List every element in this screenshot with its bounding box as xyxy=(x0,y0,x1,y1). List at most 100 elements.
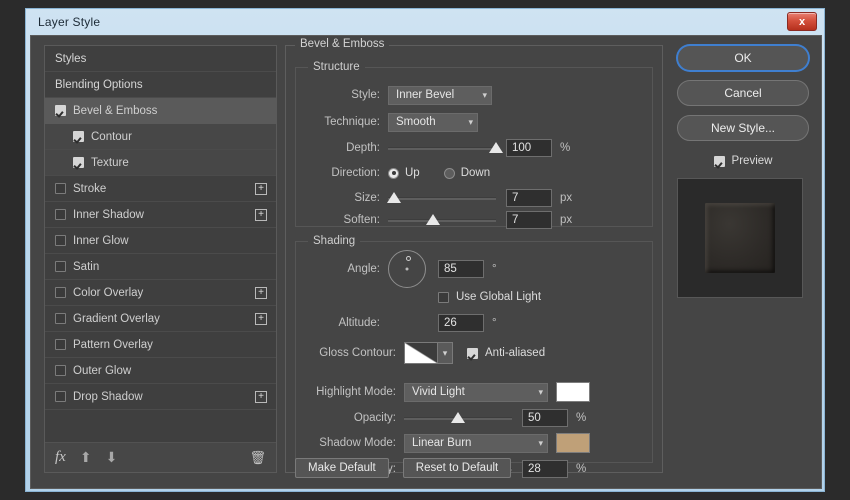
cancel-button[interactable]: Cancel xyxy=(677,80,809,106)
altitude-unit: ° xyxy=(492,317,497,329)
sidebar-item-label: Contour xyxy=(91,131,132,143)
checkbox-contour[interactable] xyxy=(73,131,84,142)
preview-shape xyxy=(705,203,775,273)
altitude-input[interactable]: 26 xyxy=(438,314,484,332)
direction-up-radio[interactable]: Up xyxy=(388,167,420,179)
highlight-color-swatch[interactable] xyxy=(556,382,590,402)
sidebar-item-gradient-overlay[interactable]: Gradient Overlay + xyxy=(45,306,276,332)
checkbox-gradient-overlay[interactable] xyxy=(55,313,66,324)
highlight-mode-value: Vivid Light xyxy=(412,386,465,398)
gloss-contour-dropdown[interactable]: ▾ xyxy=(438,342,453,364)
chevron-down-icon: ▾ xyxy=(470,90,487,101)
reset-to-default-button[interactable]: Reset to Default xyxy=(403,458,511,478)
sidebar-item-label: Pattern Overlay xyxy=(73,339,153,351)
sidebar-item-contour[interactable]: Contour xyxy=(45,124,276,150)
size-input[interactable]: 7 xyxy=(506,189,552,207)
sidebar-item-texture[interactable]: Texture xyxy=(45,150,276,176)
dial-angle-marker[interactable] xyxy=(406,256,411,261)
style-select[interactable]: Inner Bevel ▾ xyxy=(388,86,492,105)
action-panel: OK Cancel New Style... Preview xyxy=(677,45,809,298)
sidebar-item-outer-glow[interactable]: Outer Glow xyxy=(45,358,276,384)
sidebar-item-pattern-overlay[interactable]: Pattern Overlay xyxy=(45,332,276,358)
sidebar-item-label: Blending Options xyxy=(55,79,143,91)
soften-input[interactable]: 7 xyxy=(506,211,552,229)
direction-down-radio[interactable]: Down xyxy=(444,167,490,179)
fx-icon[interactable]: fx xyxy=(55,449,66,466)
depth-input[interactable]: 100 xyxy=(506,139,552,157)
preview-label: Preview xyxy=(732,155,773,167)
sidebar-item-label: Stroke xyxy=(73,183,106,195)
window-title: Layer Style xyxy=(38,15,100,29)
angle-label: Angle: xyxy=(296,263,388,275)
checkbox-pattern-overlay[interactable] xyxy=(55,339,66,350)
sidebar-item-bevel-and-emboss[interactable]: Bevel & Emboss xyxy=(45,98,276,124)
soften-unit: px xyxy=(560,214,572,226)
sidebar-item-label: Texture xyxy=(91,157,129,169)
sidebar-item-inner-shadow[interactable]: Inner Shadow + xyxy=(45,202,276,228)
sidebar-item-label: Gradient Overlay xyxy=(73,313,160,325)
shadow-color-swatch[interactable] xyxy=(556,433,590,453)
checkbox-stroke[interactable] xyxy=(55,183,66,194)
anti-aliased-checkbox[interactable]: Anti-aliased xyxy=(467,347,545,359)
highlight-opacity-input[interactable]: 50 xyxy=(522,409,568,427)
angle-unit: ° xyxy=(492,263,497,275)
add-drop-shadow-icon[interactable]: + xyxy=(255,391,267,403)
style-select-value: Inner Bevel xyxy=(396,89,454,101)
add-color-overlay-icon[interactable]: + xyxy=(255,287,267,299)
make-default-button[interactable]: Make Default xyxy=(295,458,389,478)
checkbox-outer-glow[interactable] xyxy=(55,365,66,376)
add-inner-shadow-icon[interactable]: + xyxy=(255,209,267,221)
window-titlebar: Layer Style x xyxy=(30,9,820,35)
checkbox-texture[interactable] xyxy=(73,157,84,168)
highlight-mode-select[interactable]: Vivid Light ▾ xyxy=(404,383,548,402)
sidebar-item-stroke[interactable]: Stroke + xyxy=(45,176,276,202)
arrow-up-icon[interactable]: ⬆ xyxy=(80,449,92,466)
styles-list[interactable]: Styles Blending Options Bevel & Emboss C… xyxy=(45,46,276,442)
add-stroke-icon[interactable]: + xyxy=(255,183,267,195)
shading-fieldset: Shading Angle: 85 ° Use Gl xyxy=(295,241,653,463)
use-global-light-checkbox[interactable]: Use Global Light xyxy=(438,291,541,303)
technique-select[interactable]: Smooth ▾ xyxy=(388,113,478,132)
checkbox-color-overlay[interactable] xyxy=(55,287,66,298)
slider-thumb[interactable] xyxy=(387,192,401,203)
depth-slider[interactable] xyxy=(388,139,496,157)
dial-center-dot xyxy=(406,268,409,271)
chevron-down-icon: ▾ xyxy=(526,387,543,398)
sidebar-item-drop-shadow[interactable]: Drop Shadow + xyxy=(45,384,276,410)
arrow-down-icon[interactable]: ⬇ xyxy=(106,449,118,466)
shadow-mode-select[interactable]: Linear Burn ▾ xyxy=(404,434,548,453)
slider-thumb[interactable] xyxy=(451,412,465,423)
sidebar-item-styles[interactable]: Styles xyxy=(45,46,276,72)
size-slider[interactable] xyxy=(388,189,496,207)
close-icon[interactable]: x xyxy=(787,12,817,31)
sidebar-item-satin[interactable]: Satin xyxy=(45,254,276,280)
checkbox-bevel-and-emboss[interactable] xyxy=(55,105,66,116)
sidebar-item-blending-options[interactable]: Blending Options xyxy=(45,72,276,98)
ok-button[interactable]: OK xyxy=(677,45,809,71)
soften-slider[interactable] xyxy=(388,211,496,229)
angle-dial[interactable] xyxy=(388,250,426,288)
sidebar-item-color-overlay[interactable]: Color Overlay + xyxy=(45,280,276,306)
styles-panel: Styles Blending Options Bevel & Emboss C… xyxy=(44,45,277,473)
slider-thumb[interactable] xyxy=(426,214,440,225)
checkbox-inner-shadow[interactable] xyxy=(55,209,66,220)
preview-checkbox[interactable]: Preview xyxy=(677,150,809,172)
structure-fieldset: Structure Style: Inner Bevel ▾ Technique… xyxy=(295,67,653,227)
gloss-contour-swatch[interactable] xyxy=(404,342,438,364)
highlight-opacity-slider[interactable] xyxy=(404,409,512,427)
radio-indicator xyxy=(444,168,455,179)
sidebar-item-inner-glow[interactable]: Inner Glow xyxy=(45,228,276,254)
shadow-opacity-input[interactable]: 28 xyxy=(522,460,568,478)
slider-thumb[interactable] xyxy=(489,142,503,153)
trash-icon[interactable]: 🗑 xyxy=(249,450,266,466)
new-style-button[interactable]: New Style... xyxy=(677,115,809,141)
soften-label: Soften: xyxy=(296,214,388,226)
add-gradient-overlay-icon[interactable]: + xyxy=(255,313,267,325)
checkbox-indicator xyxy=(438,292,449,303)
checkbox-satin[interactable] xyxy=(55,261,66,272)
angle-input[interactable]: 85 xyxy=(438,260,484,278)
shadow-mode-value: Linear Burn xyxy=(412,437,471,449)
radio-indicator xyxy=(388,168,399,179)
checkbox-inner-glow[interactable] xyxy=(55,235,66,246)
checkbox-drop-shadow[interactable] xyxy=(55,391,66,402)
